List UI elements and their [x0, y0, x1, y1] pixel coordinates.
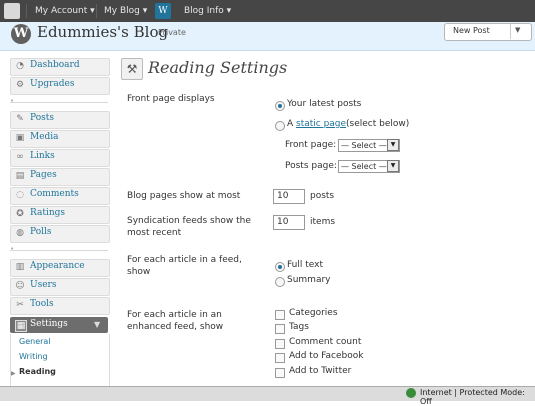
sidebar-item-label[interactable]: Appearance [30, 261, 85, 271]
add-to-twitter-label[interactable]: Add to Twitter [289, 366, 351, 376]
tools-icon: ✂ [16, 300, 24, 310]
comment-count-label[interactable]: Comment count [289, 337, 361, 347]
admin-bar-separator [96, 4, 97, 18]
appearance-icon: ▥ [15, 262, 25, 272]
latest-posts-radio[interactable] [275, 101, 285, 111]
sidebar-item-pages[interactable] [10, 168, 110, 186]
sidebar-divider [10, 250, 108, 251]
sidebar-item-posts[interactable] [10, 111, 110, 129]
new-post-separator [510, 24, 511, 39]
wordpress-logo-icon: W [11, 24, 31, 44]
sidebar-item-label[interactable]: Users [30, 280, 56, 290]
static-page-link[interactable]: static page [296, 119, 346, 129]
chevron-down-icon[interactable]: ▼ [387, 160, 399, 172]
sidebar-item-label[interactable]: Comments [30, 189, 79, 199]
sidebar-item-label[interactable]: Upgrades [30, 79, 74, 89]
current-item-arrow-icon: ▶ [11, 370, 16, 377]
blog-pages-unit: posts [310, 191, 335, 201]
front-page-displays-label: Front page displays [127, 94, 215, 104]
summary-radio[interactable] [275, 277, 285, 287]
tags-checkbox[interactable] [275, 324, 285, 334]
sidebar-item-label[interactable]: Links [30, 151, 55, 161]
feed-article-label-line2: show [127, 267, 151, 277]
pin-icon: ✎ [16, 114, 24, 124]
admin-menu-icon[interactable] [4, 3, 20, 19]
comment-icon: ◌ [16, 190, 24, 200]
sidebar-collapse-dot[interactable]: • [10, 97, 14, 105]
add-to-facebook-checkbox[interactable] [275, 353, 285, 363]
add-to-facebook-label[interactable]: Add to Facebook [289, 351, 363, 361]
posts-page-select-value[interactable]: — Select — [341, 162, 387, 171]
sidebar-item-label[interactable]: Posts [30, 113, 54, 123]
sidebar-item-label[interactable]: Media [30, 132, 59, 142]
chevron-down-icon[interactable]: ▼ [515, 26, 520, 34]
page-icon: ▤ [15, 171, 25, 181]
admin-bar-separator [26, 4, 27, 18]
tags-label[interactable]: Tags [289, 322, 309, 332]
static-page-suffix[interactable]: (select below) [346, 119, 409, 129]
security-zone-status[interactable]: Internet | Protected Mode: Off [420, 388, 535, 406]
static-page-prefix[interactable]: A [287, 119, 293, 129]
comment-count-checkbox[interactable] [275, 339, 285, 349]
syndication-unit: items [310, 217, 336, 227]
categories-label[interactable]: Categories [289, 308, 338, 318]
sidebar-divider [10, 102, 108, 103]
feed-article-label: For each article in a feed, [127, 255, 242, 265]
star-icon: ✪ [16, 209, 24, 219]
sidebar-item-users[interactable] [10, 278, 110, 296]
static-page-radio[interactable] [275, 121, 285, 131]
submenu-reading[interactable]: Reading [19, 367, 56, 376]
full-text-label[interactable]: Full text [287, 260, 323, 270]
submenu-general[interactable]: General [19, 337, 51, 346]
sidebar-item-media[interactable] [10, 130, 110, 148]
latest-posts-label[interactable]: Your latest posts [287, 99, 361, 109]
sidebar-collapse-dot[interactable]: • [10, 245, 14, 253]
settings-icon: ▦ [15, 320, 27, 332]
front-page-select-value[interactable]: — Select — [341, 141, 387, 150]
sidebar-item-links[interactable] [10, 149, 110, 167]
sidebar-item-polls[interactable] [10, 225, 110, 243]
sidebar-item-tools[interactable] [10, 297, 110, 315]
page-title: Reading Settings [148, 58, 288, 77]
front-page-select-label: Front page: [285, 140, 337, 150]
submenu-writing[interactable]: Writing [19, 352, 48, 361]
syndication-value[interactable]: 10 [277, 217, 288, 227]
chevron-down-icon[interactable]: ▼ [94, 320, 100, 329]
categories-checkbox[interactable] [275, 310, 285, 320]
blog-title[interactable]: Edummies's Blog [37, 23, 168, 41]
my-blog-menu[interactable]: My Blog ▾ [104, 0, 147, 22]
private-badge: Private [158, 28, 186, 37]
sidebar-item-label[interactable]: Settings [30, 319, 68, 329]
summary-label[interactable]: Summary [287, 275, 331, 285]
posts-page-select-label: Posts page: [285, 161, 337, 171]
sidebar-item-label[interactable]: Polls [30, 227, 52, 237]
users-icon: ☺ [15, 281, 25, 291]
my-account-menu[interactable]: My Account ▾ [35, 0, 95, 22]
settings-tools-icon: ⚒ [121, 58, 143, 80]
sidebar-item-label[interactable]: Dashboard [30, 60, 80, 70]
add-to-twitter-checkbox[interactable] [275, 368, 285, 378]
wordpress-blog-icon[interactable]: W [155, 3, 171, 19]
blog-info-menu[interactable]: Blog Info ▾ [184, 0, 231, 22]
blog-pages-value[interactable]: 10 [277, 191, 288, 201]
media-icon: ▣ [15, 133, 25, 143]
link-icon: ∞ [16, 152, 24, 162]
enhanced-feed-label-line2: enhanced feed, show [127, 322, 224, 332]
poll-icon: ◍ [16, 228, 24, 238]
blog-pages-label: Blog pages show at most [127, 191, 241, 201]
chevron-down-icon[interactable]: ▼ [387, 139, 399, 151]
full-text-radio[interactable] [275, 262, 285, 272]
gauge-icon: ◔ [16, 61, 24, 71]
syndication-label: Syndication feeds show the [127, 216, 251, 226]
sidebar-item-label[interactable]: Ratings [30, 208, 65, 218]
sidebar-item-label[interactable]: Tools [30, 299, 54, 309]
new-post-label[interactable]: New Post [453, 26, 490, 35]
enhanced-feed-label: For each article in an [127, 310, 222, 320]
syndication-label-line2: most recent [127, 228, 182, 238]
gear-icon: ⚙ [15, 80, 25, 90]
globe-icon [406, 388, 416, 398]
sidebar-item-label[interactable]: Pages [30, 170, 57, 180]
